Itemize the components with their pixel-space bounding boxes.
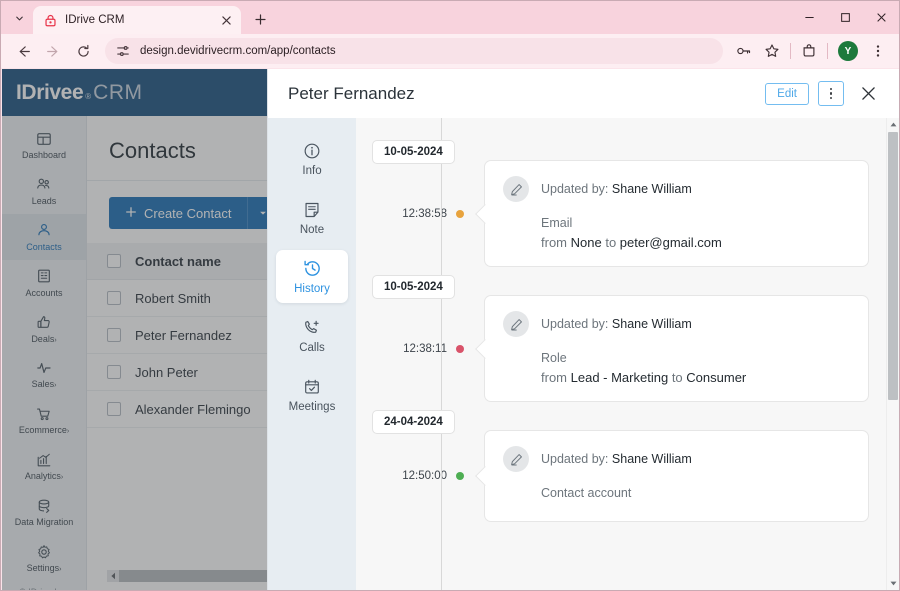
timeline-change-text: from None to peter@gmail.com bbox=[541, 235, 722, 250]
tab-history[interactable]: History bbox=[276, 250, 348, 303]
history-timeline-panel: 10-05-2024 12:38:58 Updated by: Shane Wi… bbox=[356, 118, 899, 590]
timeline-updated-by: Updated by: Shane William bbox=[541, 452, 692, 466]
profile-avatar[interactable]: Y bbox=[838, 41, 858, 61]
panel-header: Peter Fernandez Edit bbox=[268, 69, 899, 118]
browser-window: IDrive CRM design.devidrivecrm.com/app/c… bbox=[0, 0, 900, 591]
vertical-scrollbar[interactable] bbox=[886, 118, 899, 590]
pencil-edit-icon bbox=[503, 176, 529, 202]
edit-button[interactable]: Edit bbox=[765, 82, 809, 105]
timeline-date-chip: 10-05-2024 bbox=[372, 140, 455, 164]
toolbar-divider bbox=[790, 43, 791, 59]
panel-title: Peter Fernandez bbox=[288, 83, 415, 103]
timeline-field-name: Email bbox=[541, 216, 573, 230]
new-tab-plus-icon[interactable] bbox=[247, 6, 273, 32]
back-arrow-icon[interactable] bbox=[9, 37, 37, 65]
timeline-card[interactable]: Updated by: Shane William Contact accoun… bbox=[484, 430, 869, 522]
tab-info[interactable]: Info bbox=[276, 132, 348, 185]
tab-label-meetings: Meetings bbox=[288, 401, 336, 413]
tab-close-icon[interactable] bbox=[218, 12, 234, 28]
toolbar-divider-2 bbox=[827, 43, 828, 59]
timeline-updated-by: Updated by: Shane William bbox=[541, 182, 692, 196]
browser-tab[interactable]: IDrive CRM bbox=[33, 6, 241, 34]
pencil-edit-icon bbox=[503, 311, 529, 337]
timeline-field-name: Contact account bbox=[541, 486, 632, 500]
password-key-icon[interactable] bbox=[731, 38, 757, 64]
timeline-group: 24-04-2024 12:50:00 Updated by: Shane Wi… bbox=[372, 410, 869, 522]
panel-three-dot-menu-icon[interactable] bbox=[818, 81, 844, 106]
timeline-group: 10-05-2024 12:38:58 Updated by: Shane Wi… bbox=[372, 140, 869, 267]
info-circle-icon bbox=[303, 141, 321, 160]
window-maximize-icon[interactable] bbox=[827, 1, 863, 34]
timeline-vertical-line bbox=[440, 118, 442, 590]
timeline-time: 12:38:58 bbox=[402, 207, 447, 220]
tab-label-calls: Calls bbox=[299, 342, 325, 354]
idrive-lock-favicon bbox=[43, 13, 57, 27]
tab-meetings[interactable]: Meetings bbox=[276, 368, 348, 421]
address-bar[interactable]: design.devidrivecrm.com/app/contacts bbox=[105, 38, 723, 64]
vertical-scrollbar-thumb[interactable] bbox=[888, 132, 898, 400]
tab-label-info: Info bbox=[302, 165, 322, 177]
timeline-entry: 12:38:58 Updated by: Shane William Email… bbox=[372, 160, 869, 267]
extensions-icon[interactable] bbox=[796, 38, 822, 64]
timeline-entry: 12:38:11 Updated by: Shane William Role … bbox=[372, 295, 869, 402]
bookmark-star-icon[interactable] bbox=[759, 38, 785, 64]
tab-title: IDrive CRM bbox=[65, 14, 125, 26]
window-controls bbox=[791, 1, 899, 34]
timeline-group: 10-05-2024 12:38:11 Updated by: Shane Wi… bbox=[372, 275, 869, 402]
timeline-time: 12:50:00 bbox=[402, 470, 447, 482]
tab-strip: IDrive CRM bbox=[1, 1, 899, 34]
tab-calls[interactable]: Calls bbox=[276, 309, 348, 362]
tab-search-chevron-down-icon[interactable] bbox=[5, 4, 33, 32]
tab-label-history: History bbox=[294, 283, 330, 295]
timeline-card[interactable]: Updated by: Shane William Email from Non… bbox=[484, 160, 869, 267]
timeline-card[interactable]: Updated by: Shane William Role from Lead… bbox=[484, 295, 869, 402]
scroll-up-arrow-icon[interactable] bbox=[887, 118, 899, 131]
site-settings-tune-icon[interactable] bbox=[115, 43, 131, 59]
timeline-card-header: Updated by: Shane William bbox=[503, 311, 850, 337]
window-close-icon[interactable] bbox=[863, 1, 899, 34]
history-clock-icon bbox=[303, 259, 322, 278]
scroll-down-arrow-icon[interactable] bbox=[887, 577, 899, 590]
tab-label-note: Note bbox=[299, 224, 325, 236]
timeline-field-name: Role bbox=[541, 351, 567, 365]
timeline-date-chip: 10-05-2024 bbox=[372, 275, 455, 299]
timeline-gutter: 12:38:11 bbox=[372, 295, 464, 402]
timeline-updated-by: Updated by: Shane William bbox=[541, 317, 692, 331]
pencil-edit-icon bbox=[503, 446, 529, 472]
three-dot-menu-icon[interactable] bbox=[865, 38, 891, 64]
timeline-gutter: 12:38:58 bbox=[372, 160, 464, 267]
timeline-change-text: from Lead - Marketing to Consumer bbox=[541, 370, 747, 385]
timeline-card-header: Updated by: Shane William bbox=[503, 446, 850, 472]
note-icon bbox=[303, 200, 321, 219]
panel-tab-rail: Info Note History Calls Meetings bbox=[268, 118, 356, 590]
window-minimize-icon[interactable] bbox=[791, 1, 827, 34]
history-timeline: 10-05-2024 12:38:58 Updated by: Shane Wi… bbox=[356, 118, 899, 590]
timeline-status-dot bbox=[456, 209, 464, 218]
timeline-entry: 12:50:00 Updated by: Shane William Conta… bbox=[372, 430, 869, 522]
timeline-status-dot bbox=[456, 472, 464, 480]
timeline-status-dot bbox=[456, 344, 464, 353]
calendar-check-icon bbox=[303, 377, 321, 396]
timeline-date-chip: 24-04-2024 bbox=[372, 410, 455, 434]
timeline-card-header: Updated by: Shane William bbox=[503, 176, 850, 202]
address-bar-url: design.devidrivecrm.com/app/contacts bbox=[140, 45, 336, 57]
page-viewport: IDrivee ® CRM Dashboard Leads Contacts A… bbox=[2, 69, 899, 590]
call-add-icon bbox=[303, 318, 321, 337]
tab-note[interactable]: Note bbox=[276, 191, 348, 244]
reload-icon[interactable] bbox=[69, 37, 97, 65]
browser-toolbar: design.devidrivecrm.com/app/contacts Y bbox=[1, 34, 899, 68]
panel-close-icon[interactable] bbox=[857, 83, 879, 105]
timeline-gutter: 12:50:00 bbox=[372, 430, 464, 522]
panel-body: Info Note History Calls Meetings 10-05-2… bbox=[268, 118, 899, 590]
contact-detail-panel: Peter Fernandez Edit Info Note History C… bbox=[267, 69, 899, 590]
forward-arrow-icon bbox=[39, 37, 67, 65]
timeline-time: 12:38:11 bbox=[403, 342, 447, 355]
